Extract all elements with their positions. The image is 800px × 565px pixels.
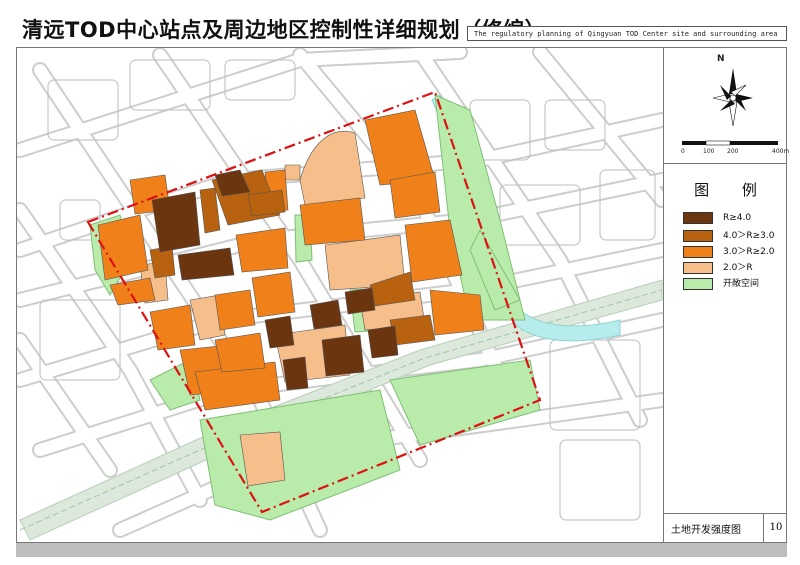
side-panel: N 0 100 200 400m 图 例 R≥4.0 4.0＞R≥3.0 3.0… [663,48,790,542]
sheet-number: 10 [763,513,788,542]
north-arrow-icon [712,68,753,127]
sheet-name: 土地开发强度图 [671,525,741,536]
legend-label: R≥4.0 [723,213,752,223]
legend-label: 3.0＞R≥2.0 [723,247,775,257]
scale-tick-200: 200 [727,148,739,155]
north-label: N [717,54,725,64]
legend-swatch [683,278,713,290]
map-canvas [17,48,663,542]
legend-label: 4.0＞R≥3.0 [723,231,775,241]
legend-label: 开敞空间 [723,279,760,289]
map-title-english: The regulatory planning of Qingyuan TOD … [467,26,787,41]
legend-swatch [683,262,713,274]
scale-tick-400m: 400m [772,148,790,155]
legend-swatch [683,246,713,258]
legend-label: 2.0＞R [723,263,753,273]
legend-swatch [683,230,713,242]
scale-tick-100: 100 [703,148,715,155]
bottom-strip [16,543,787,557]
scale-tick-0: 0 [681,148,685,155]
legend-swatch [683,212,713,224]
legend-title: 图 例 [694,181,771,199]
land-use-map [17,48,663,541]
legend-divider [664,163,787,164]
scale-bar [682,140,778,146]
